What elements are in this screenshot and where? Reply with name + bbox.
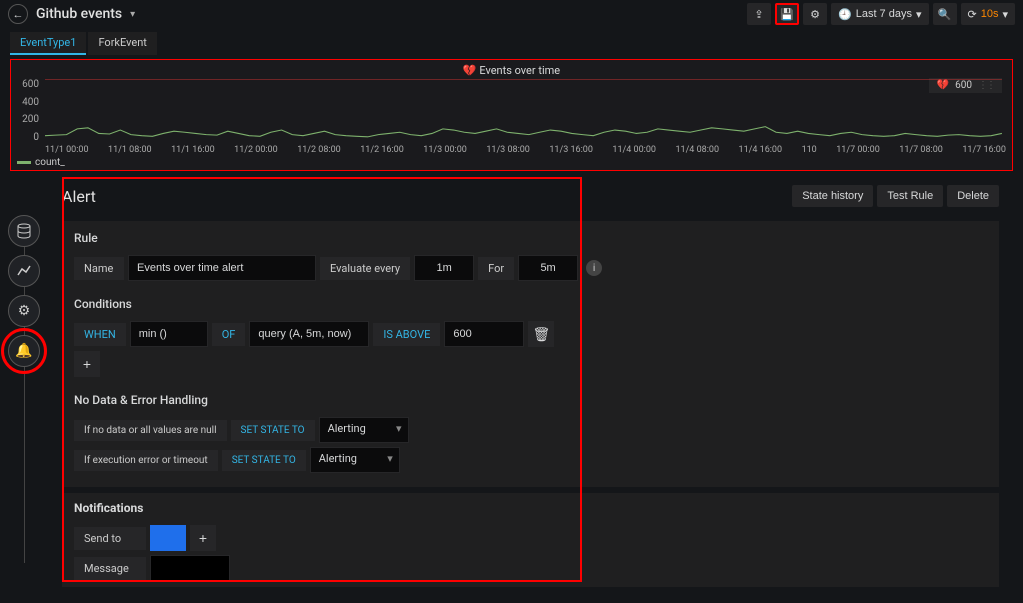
save-icon: 💾 <box>780 8 794 21</box>
query-input[interactable] <box>249 321 369 347</box>
alert-name-input[interactable] <box>128 255 316 281</box>
dashboard-title[interactable]: Github events <box>36 6 122 22</box>
legend-label: count_ <box>35 157 65 168</box>
test-rule-button[interactable]: Test Rule <box>877 185 943 207</box>
zoom-out-icon: 🔍 <box>938 8 952 21</box>
refresh-interval: 10s <box>981 8 999 20</box>
when-label: WHEN <box>74 323 126 346</box>
legend-swatch <box>17 161 31 164</box>
message-input[interactable] <box>150 555 230 581</box>
template-variables: EventType1 ForkEvent <box>0 28 1023 59</box>
title-caret-icon[interactable]: ▾ <box>130 9 135 20</box>
chart-icon <box>16 263 32 279</box>
set-state-to-label: SET STATE TO <box>231 420 315 441</box>
refresh-icon: ⟳ <box>968 8 977 21</box>
add-condition-button[interactable]: + <box>74 351 100 377</box>
series-line <box>45 127 1002 137</box>
back-button[interactable]: ← <box>8 4 28 24</box>
add-channel-button[interactable]: + <box>190 525 216 551</box>
gear-icon: ⚙ <box>18 303 31 319</box>
editor-content: Alert State history Test Rule Delete Rul… <box>48 177 1023 593</box>
y-tick: 0 <box>17 132 39 143</box>
time-range-label: Last 7 days <box>856 8 912 20</box>
notifications-heading: Notifications <box>74 501 987 515</box>
panel-events-over-time: 💔 Events over time 💔 600 ⋮⋮ 600 400 200 … <box>10 59 1013 171</box>
gear-icon: ⚙ <box>810 8 820 21</box>
for-input[interactable] <box>518 255 578 281</box>
variable-value[interactable]: ForkEvent <box>88 32 156 55</box>
threshold-input[interactable] <box>444 321 524 347</box>
tab-queries[interactable] <box>8 215 40 247</box>
nodata-row2-label: If execution error or timeout <box>74 450 218 471</box>
alert-header: Alert State history Test Rule Delete <box>48 177 1013 215</box>
send-to-label: Send to <box>74 527 146 550</box>
error-state-select[interactable]: Alerting <box>310 447 400 473</box>
conditions-heading: Conditions <box>74 297 987 311</box>
variable-label[interactable]: EventType1 <box>10 32 86 55</box>
plus-icon: + <box>83 356 91 372</box>
remove-condition-button[interactable]: 🗑 <box>528 321 554 347</box>
chart-svg <box>45 79 1002 147</box>
notifications-section: Notifications Send to + Message <box>62 493 999 587</box>
nodata-heading: No Data & Error Handling <box>74 393 987 407</box>
chevron-down-icon: ▾ <box>916 8 922 21</box>
zoom-out-button[interactable]: 🔍 <box>933 3 957 25</box>
dashboard-header: ← Github events ▾ ⇪ 💾 ⚙ 🕘 Last 7 days ▾ … <box>0 0 1023 28</box>
trash-icon: 🗑 <box>532 326 550 343</box>
notification-channel-tag[interactable] <box>150 525 186 551</box>
save-button[interactable]: 💾 <box>775 3 799 25</box>
message-label: Message <box>74 557 146 580</box>
panel-title-text: Events over time <box>479 64 560 77</box>
panel-title[interactable]: 💔 Events over time <box>17 64 1006 77</box>
share-button[interactable]: ⇪ <box>747 3 771 25</box>
info-icon[interactable]: i <box>586 260 602 276</box>
chevron-down-icon: ▾ <box>1002 8 1008 21</box>
nodata-row1-label: If no data or all values are null <box>74 420 227 441</box>
plus-icon: + <box>199 530 207 546</box>
refresh-button[interactable]: ⟳ 10s ▾ <box>961 3 1016 25</box>
y-axis: 600 400 200 0 <box>17 79 43 143</box>
y-tick: 400 <box>17 97 39 108</box>
legend[interactable]: count_ <box>17 157 1006 168</box>
editor-tab-strip: ⚙ 🔔 <box>0 177 48 593</box>
tab-general[interactable]: ⚙ <box>8 295 40 327</box>
database-icon <box>16 223 32 239</box>
time-range-button[interactable]: 🕘 Last 7 days ▾ <box>831 3 929 25</box>
rule-heading: Rule <box>74 231 987 245</box>
alert-heart-icon: 💔 <box>463 64 477 77</box>
y-tick: 600 <box>17 79 39 90</box>
evaluator-label[interactable]: IS ABOVE <box>373 323 440 346</box>
tab-visualization[interactable] <box>8 255 40 287</box>
delete-button[interactable]: Delete <box>947 185 999 207</box>
of-label: OF <box>212 323 246 346</box>
eval-every-input[interactable] <box>414 255 474 281</box>
settings-button[interactable]: ⚙ <box>803 3 827 25</box>
tab-alert[interactable]: 🔔 <box>8 335 40 367</box>
chart-plot[interactable]: 600 400 200 0 <box>17 79 1006 143</box>
nodata-state-select[interactable]: Alerting <box>319 417 409 443</box>
for-label: For <box>478 257 514 280</box>
name-label: Name <box>74 257 124 280</box>
share-icon: ⇪ <box>754 8 763 21</box>
alert-heading: Alert <box>62 187 96 206</box>
rule-section: Rule Name Evaluate every For i Condition… <box>62 221 999 487</box>
y-tick: 200 <box>17 114 39 125</box>
set-state-to-label-2: SET STATE TO <box>222 450 306 471</box>
state-history-button[interactable]: State history <box>792 185 873 207</box>
eval-label: Evaluate every <box>320 257 410 280</box>
clock-icon: 🕘 <box>838 8 852 21</box>
bell-icon: 🔔 <box>15 343 32 359</box>
reducer-input[interactable] <box>130 321 208 347</box>
panel-editor: ⚙ 🔔 Alert State history Test Rule Delete… <box>0 177 1023 593</box>
